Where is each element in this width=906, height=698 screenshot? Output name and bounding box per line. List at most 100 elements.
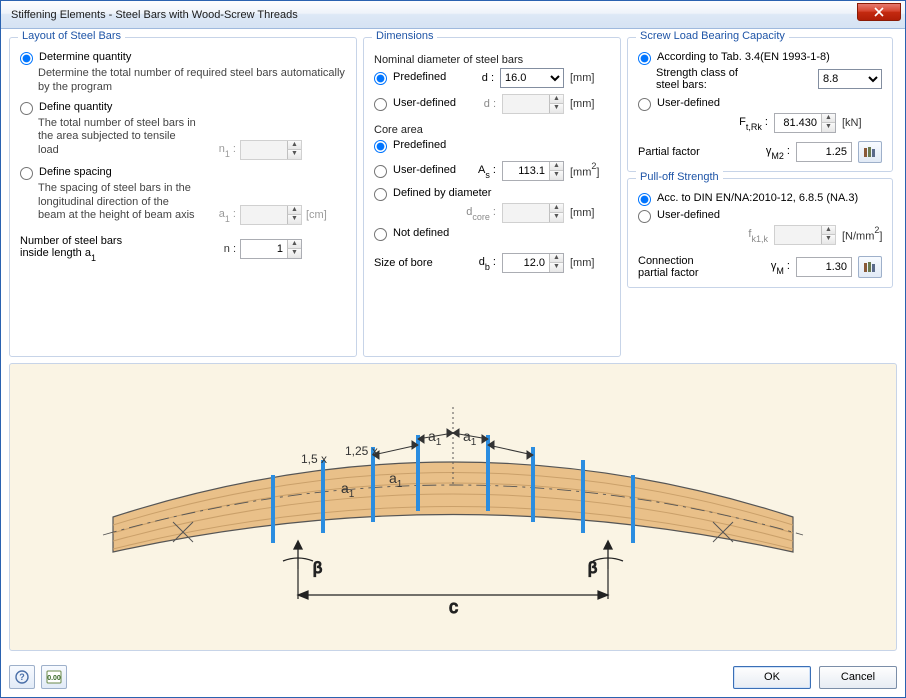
radio-core-userdef-label: User-defined — [393, 164, 456, 176]
group-layout: Layout of Steel Bars Determine quantity … — [9, 37, 357, 357]
gm-input[interactable] — [796, 257, 852, 277]
svg-text:1,25 x: 1,25 x — [345, 444, 378, 458]
svg-text:?: ? — [19, 672, 25, 682]
ok-button[interactable]: OK — [733, 666, 811, 689]
gm2-symbol: γM2 : — [766, 145, 790, 159]
radio-d-predefined[interactable] — [374, 72, 387, 85]
n1-input: ▲▼ — [240, 140, 302, 160]
radio-define-quantity[interactable] — [20, 102, 33, 115]
d-symbol: d : — [482, 72, 494, 84]
beam-diagram: 1,5 x 1,25 x a1 a1 a1 a1 β β — [73, 377, 833, 637]
reset-gm-button[interactable] — [858, 256, 882, 278]
n-input[interactable]: ▲▼ — [240, 239, 302, 259]
define-quantity-desc: The total number of steel bars in the ar… — [38, 117, 196, 158]
as-unit: [mm2] — [570, 163, 610, 179]
help-button[interactable]: ? — [9, 665, 35, 689]
library-icon — [863, 261, 877, 273]
core-label: Core area — [374, 124, 610, 136]
group-layout-legend: Layout of Steel Bars — [18, 30, 125, 42]
svg-text:a1: a1 — [463, 428, 477, 448]
d-user-input: ▲▼ — [502, 94, 564, 114]
partial-factor-label: Partial factor — [638, 146, 700, 158]
n-down[interactable]: ▼ — [287, 249, 301, 258]
svg-text:0.00: 0.00 — [47, 675, 61, 682]
radio-core-predef-label: Predefined — [393, 139, 446, 151]
n-up[interactable]: ▲ — [287, 240, 301, 249]
close-button[interactable] — [857, 3, 901, 21]
gm2-input[interactable] — [796, 142, 852, 162]
d-unit: [mm] — [570, 72, 610, 84]
a1-input: ▲▼ — [240, 205, 302, 225]
fk1-unit: [N/mm2] — [842, 227, 882, 243]
radio-core-userdef[interactable] — [374, 165, 387, 178]
strength-select[interactable]: 8.8 — [818, 69, 882, 89]
group-pulloff-legend: Pull-off Strength — [636, 171, 723, 183]
radio-pulloff-din-label: Acc. to DIN EN/NA:2010-12, 6.8.5 (NA.3) — [657, 192, 858, 204]
conn-partial-label: Connection partial factor — [638, 255, 699, 279]
group-screw: Screw Load Bearing Capacity According to… — [627, 37, 893, 172]
radio-determine-quantity-label: Determine quantity — [39, 51, 131, 63]
d-select[interactable]: 16.0 — [500, 68, 564, 88]
nominal-label: Nominal diameter of steel bars — [374, 54, 610, 66]
ftrk-symbol: Ft,Rk : — [739, 116, 768, 130]
cancel-button[interactable]: Cancel — [819, 666, 897, 689]
library-icon — [863, 146, 877, 158]
group-screw-legend: Screw Load Bearing Capacity — [636, 30, 789, 42]
reset-gm2-button[interactable] — [858, 141, 882, 163]
units-icon: 0.00 — [46, 670, 62, 684]
gm-symbol: γM : — [771, 260, 790, 274]
fk1-input: ▲▼ — [774, 225, 836, 245]
ftrk-unit: [kN] — [842, 117, 882, 129]
a1-symbol: a1 : — [196, 208, 236, 222]
content: Layout of Steel Bars Determine quantity … — [1, 29, 905, 697]
as-symbol: As : — [478, 164, 496, 178]
ftrk-input[interactable]: ▲▼ — [774, 113, 836, 133]
dcore-symbol: dcore : — [466, 206, 496, 220]
radio-core-bydiam-label: Defined by diameter — [393, 187, 491, 199]
db-unit: [mm] — [570, 257, 610, 269]
titlebar: Stiffening Elements - Steel Bars with Wo… — [1, 1, 905, 29]
svg-text:c: c — [449, 597, 458, 617]
svg-text:β: β — [313, 560, 322, 577]
bore-label: Size of bore — [374, 257, 433, 269]
radio-define-quantity-label: Define quantity — [39, 101, 112, 113]
svg-text:1,5 x: 1,5 x — [301, 452, 327, 466]
radio-screw-user[interactable] — [638, 98, 651, 111]
units-button[interactable]: 0.00 — [41, 665, 67, 689]
db-input[interactable]: ▲▼ — [502, 253, 564, 273]
radio-pulloff-user-label: User-defined — [657, 209, 720, 221]
as-input[interactable]: ▲▼ — [502, 161, 564, 181]
dcore-unit: [mm] — [570, 207, 610, 219]
n1-symbol: n1 : — [196, 143, 236, 157]
determine-quantity-desc: Determine the total number of required s… — [38, 67, 346, 95]
radio-screw-table[interactable] — [638, 52, 651, 65]
radio-d-userdef-label: User-defined — [393, 97, 456, 109]
num-bars-label: Number of steel barsinside length a1 — [20, 235, 196, 261]
radio-d-userdef[interactable] — [374, 98, 387, 111]
group-pulloff: Pull-off Strength Acc. to DIN EN/NA:2010… — [627, 178, 893, 288]
radio-screw-user-label: User-defined — [657, 97, 720, 109]
a1-unit: [cm] — [306, 209, 346, 221]
svg-text:β: β — [588, 560, 597, 577]
radio-core-notdef[interactable] — [374, 228, 387, 241]
close-icon — [874, 7, 884, 17]
fk1-symbol: fk1,k — [748, 228, 768, 242]
window-title: Stiffening Elements - Steel Bars with Wo… — [11, 9, 857, 21]
radio-determine-quantity[interactable] — [20, 52, 33, 65]
n-symbol: n : — [196, 243, 236, 255]
group-dimensions: Dimensions Nominal diameter of steel bar… — [363, 37, 621, 357]
diagram-panel: 1,5 x 1,25 x a1 a1 a1 a1 β β — [9, 363, 897, 651]
svg-text:a1: a1 — [428, 428, 442, 448]
radio-define-spacing[interactable] — [20, 167, 33, 180]
footer: ? 0.00 OK Cancel — [9, 665, 897, 689]
radio-core-bydiam[interactable] — [374, 188, 387, 201]
radio-core-notdef-label: Not defined — [393, 227, 449, 239]
d2-symbol: d : — [484, 98, 496, 110]
dcore-input: ▲▼ — [502, 203, 564, 223]
radio-define-spacing-label: Define spacing — [39, 166, 112, 178]
radio-pulloff-user[interactable] — [638, 210, 651, 223]
radio-core-predef[interactable] — [374, 140, 387, 153]
radio-pulloff-din[interactable] — [638, 193, 651, 206]
radio-d-predefined-label: Predefined — [393, 71, 446, 83]
d2-unit: [mm] — [570, 98, 610, 110]
